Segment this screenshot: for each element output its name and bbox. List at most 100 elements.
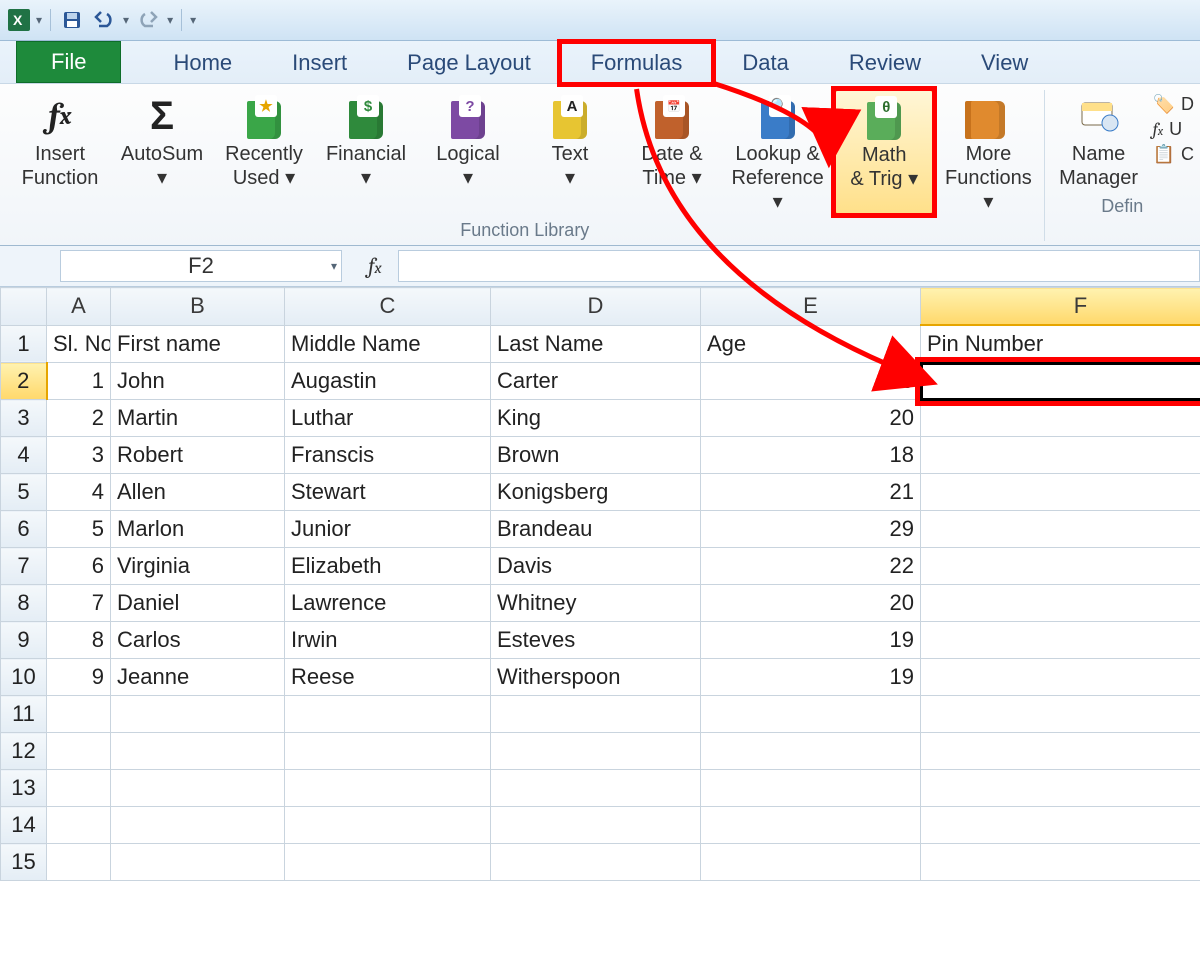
cell-C6[interactable]: Junior [285, 511, 491, 548]
cell-B2[interactable]: John [111, 363, 285, 400]
cell-C5[interactable]: Stewart [285, 474, 491, 511]
cell-D14[interactable] [491, 807, 701, 844]
cell-B9[interactable]: Carlos [111, 622, 285, 659]
lookup-reference-button[interactable]: 🔍 Lookup & Reference ▾ [726, 90, 829, 214]
cell-E14[interactable] [701, 807, 921, 844]
col-header-D[interactable]: D [491, 288, 701, 326]
cell-A8[interactable]: 7 [47, 585, 111, 622]
tab-view[interactable]: View [951, 43, 1058, 83]
tab-home[interactable]: Home [143, 43, 262, 83]
cell-D12[interactable] [491, 733, 701, 770]
worksheet-grid[interactable]: ABCDEF 1Sl. No.First nameMiddle NameLast… [0, 287, 1200, 881]
save-button[interactable] [59, 7, 85, 33]
cell-A15[interactable] [47, 844, 111, 881]
cell-C12[interactable] [285, 733, 491, 770]
text-button[interactable]: A Text▾ [522, 90, 618, 214]
tab-insert[interactable]: Insert [262, 43, 377, 83]
cell-C8[interactable]: Lawrence [285, 585, 491, 622]
cell-B11[interactable] [111, 696, 285, 733]
cell-D15[interactable] [491, 844, 701, 881]
cell-F10[interactable] [921, 659, 1200, 696]
row-header-14[interactable]: 14 [1, 807, 47, 844]
qat-app-dropdown[interactable]: ▾ [36, 13, 42, 27]
cell-A11[interactable] [47, 696, 111, 733]
cell-B15[interactable] [111, 844, 285, 881]
fx-label-icon[interactable]: fx [352, 253, 398, 279]
cell-F8[interactable] [921, 585, 1200, 622]
col-header-A[interactable]: A [47, 288, 111, 326]
cell-C14[interactable] [285, 807, 491, 844]
cell-A2[interactable]: 1 [47, 363, 111, 400]
cell-A1[interactable]: Sl. No. [47, 325, 111, 363]
cell-F14[interactable] [921, 807, 1200, 844]
row-header-15[interactable]: 15 [1, 844, 47, 881]
cell-C7[interactable]: Elizabeth [285, 548, 491, 585]
cell-D3[interactable]: King [491, 400, 701, 437]
cell-F6[interactable] [921, 511, 1200, 548]
cell-D8[interactable]: Whitney [491, 585, 701, 622]
cell-F3[interactable] [921, 400, 1200, 437]
cell-C4[interactable]: Franscis [285, 437, 491, 474]
cell-E13[interactable] [701, 770, 921, 807]
cell-C11[interactable] [285, 696, 491, 733]
use-in-formula-button[interactable]: fxU [1153, 119, 1194, 140]
cell-F2[interactable] [921, 363, 1200, 400]
insert-function-button[interactable]: fx Insert Function [12, 90, 108, 214]
recently-used-button[interactable]: ★ Recently Used ▾ [216, 90, 312, 214]
cell-C2[interactable]: Augastin [285, 363, 491, 400]
cell-D6[interactable]: Brandeau [491, 511, 701, 548]
name-box-dropdown-icon[interactable]: ▾ [331, 259, 337, 273]
cell-F9[interactable] [921, 622, 1200, 659]
name-manager-button[interactable]: Name Manager [1051, 90, 1147, 190]
cell-B4[interactable]: Robert [111, 437, 285, 474]
cell-F11[interactable] [921, 696, 1200, 733]
cell-A10[interactable]: 9 [47, 659, 111, 696]
cell-B14[interactable] [111, 807, 285, 844]
row-header-13[interactable]: 13 [1, 770, 47, 807]
cell-F1[interactable]: Pin Number [921, 325, 1200, 363]
row-header-11[interactable]: 11 [1, 696, 47, 733]
cell-B6[interactable]: Marlon [111, 511, 285, 548]
cell-A14[interactable] [47, 807, 111, 844]
cell-B12[interactable] [111, 733, 285, 770]
cell-F15[interactable] [921, 844, 1200, 881]
select-all-corner[interactable] [1, 288, 47, 326]
cell-E8[interactable]: 20 [701, 585, 921, 622]
cell-C15[interactable] [285, 844, 491, 881]
cell-A13[interactable] [47, 770, 111, 807]
cell-A3[interactable]: 2 [47, 400, 111, 437]
cell-A4[interactable]: 3 [47, 437, 111, 474]
cell-E3[interactable]: 20 [701, 400, 921, 437]
row-header-10[interactable]: 10 [1, 659, 47, 696]
cell-F7[interactable] [921, 548, 1200, 585]
cell-C13[interactable] [285, 770, 491, 807]
date-time-button[interactable]: 📅 Date & Time ▾ [624, 90, 720, 214]
cell-E2[interactable]: 19 [701, 363, 921, 400]
cell-E6[interactable]: 29 [701, 511, 921, 548]
cell-E4[interactable]: 18 [701, 437, 921, 474]
cell-C10[interactable]: Reese [285, 659, 491, 696]
cell-B13[interactable] [111, 770, 285, 807]
redo-button[interactable] [135, 7, 161, 33]
tab-data[interactable]: Data [712, 43, 818, 83]
row-header-5[interactable]: 5 [1, 474, 47, 511]
row-header-2[interactable]: 2 [1, 363, 47, 400]
row-header-3[interactable]: 3 [1, 400, 47, 437]
cell-E7[interactable]: 22 [701, 548, 921, 585]
cell-A7[interactable]: 6 [47, 548, 111, 585]
cell-A9[interactable]: 8 [47, 622, 111, 659]
cell-A5[interactable]: 4 [47, 474, 111, 511]
cell-F5[interactable] [921, 474, 1200, 511]
col-header-E[interactable]: E [701, 288, 921, 326]
cell-E11[interactable] [701, 696, 921, 733]
cell-E12[interactable] [701, 733, 921, 770]
tab-file[interactable]: File [16, 41, 121, 83]
cell-D5[interactable]: Konigsberg [491, 474, 701, 511]
cell-F12[interactable] [921, 733, 1200, 770]
col-header-C[interactable]: C [285, 288, 491, 326]
cell-E1[interactable]: Age [701, 325, 921, 363]
undo-dropdown[interactable]: ▾ [123, 13, 129, 27]
row-header-12[interactable]: 12 [1, 733, 47, 770]
math-trig-button[interactable]: θ Math & Trig ▾ [835, 90, 933, 214]
cell-B1[interactable]: First name [111, 325, 285, 363]
